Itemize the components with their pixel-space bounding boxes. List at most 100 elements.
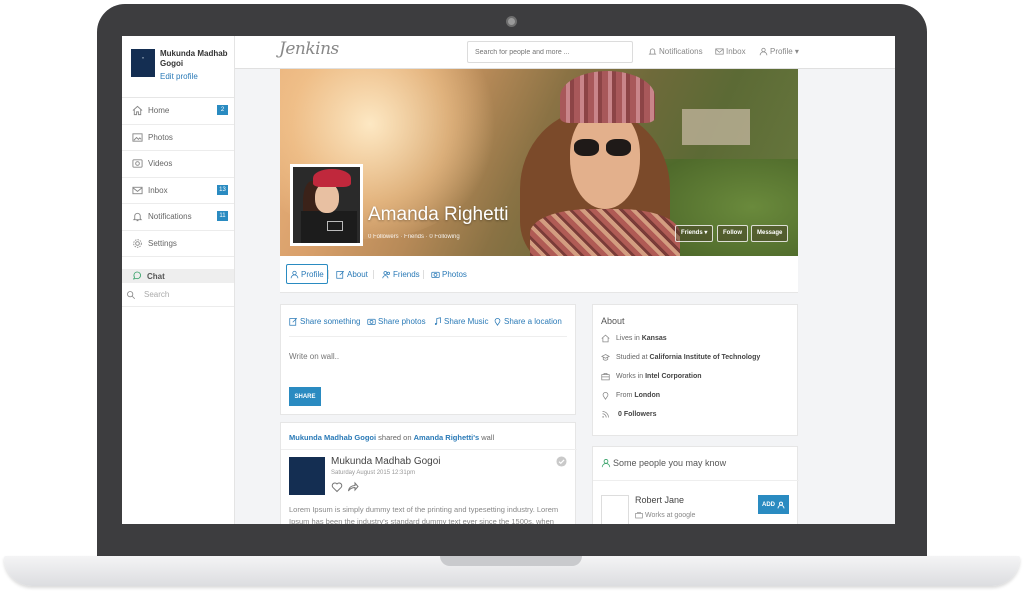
share-location-tab[interactable]: Share a location (493, 317, 562, 326)
people-title-label: Some people you may know (613, 458, 727, 468)
about-value: 0 Followers (618, 411, 657, 418)
laptop-notch (440, 556, 582, 566)
post-actor-link[interactable]: Mukunda Madhab Gogoi (289, 433, 376, 442)
avatar[interactable] (601, 495, 629, 524)
heart-icon[interactable] (331, 481, 343, 493)
message-button[interactable]: Message (751, 225, 789, 242)
user-box: " Mukunda Madhab Gogoi Edit profile (122, 36, 234, 98)
sidebar-item-label: Photos (148, 132, 173, 142)
sidebar-item-label: Notifications (148, 212, 192, 222)
people-you-may-know-panel: Some people you may know Robert Jane Wor… (592, 446, 799, 524)
home-icon (132, 106, 143, 116)
profile-menu[interactable]: Profile ▾ (759, 47, 799, 56)
post-verb: shared on (376, 433, 414, 442)
topbar: Jenkins Notifications Inbox Profile ▾ (235, 36, 895, 69)
cover-person-scarf (530, 209, 680, 256)
cover-building (682, 109, 750, 145)
post-author[interactable]: Mukunda Madhab Gogoi (331, 456, 441, 467)
tab-friends[interactable]: Friends (379, 264, 423, 284)
add-label: ADD (762, 501, 775, 508)
post-timestamp: Saturday August 2015 12:31pm (331, 470, 416, 476)
search-input[interactable] (467, 41, 633, 63)
share-icon[interactable] (347, 481, 359, 493)
share-button[interactable]: SHARE (289, 387, 321, 406)
post-body: Lorem Ipsum is simply dummy text of the … (289, 505, 559, 524)
user-icon (759, 47, 768, 56)
people-title: Some people you may know (601, 458, 726, 468)
about-value: California Institute of Technology (649, 354, 761, 361)
about-value: Intel Corporation (645, 373, 702, 380)
share-panel: Share something Share photos Share Music… (280, 304, 576, 415)
friends-button[interactable]: Friends ▾ (675, 225, 714, 242)
chat-header[interactable]: Chat (122, 269, 234, 283)
graduation-icon (601, 354, 610, 361)
wall-post-input[interactable] (289, 345, 559, 367)
sidebar-item-label: Videos (148, 159, 173, 169)
bell-icon (132, 213, 143, 222)
add-friend-button[interactable]: ADD (758, 495, 789, 514)
share-photos-tab[interactable]: Share photos (367, 317, 426, 326)
music-icon (434, 317, 441, 325)
chat-icon (132, 271, 141, 280)
tab-label: About (347, 269, 368, 279)
check-circle-icon[interactable] (556, 456, 567, 467)
profile-menu-label: Profile ▾ (770, 47, 799, 56)
share-music-tab[interactable]: Share Music (433, 317, 488, 326)
profile-name: Amanda Righetti (368, 204, 509, 225)
cover-person-hat (560, 71, 655, 123)
cover-person-face (570, 109, 640, 209)
screen: " Mukunda Madhab Gogoi Edit profile Home… (122, 36, 895, 524)
inbox-label: Inbox (726, 47, 746, 56)
tab-about[interactable]: About (333, 264, 371, 284)
avatar[interactable] (289, 457, 325, 495)
about-title: About (601, 316, 625, 326)
image-icon (132, 133, 143, 142)
suggestion-name[interactable]: Robert Jane (635, 495, 684, 505)
edit-profile-link[interactable]: Edit profile (160, 72, 198, 81)
inbox-link[interactable]: Inbox (715, 47, 746, 56)
inbox-icon (132, 186, 143, 194)
post-suffix: wall (479, 433, 495, 442)
count-badge: 2 (217, 105, 228, 115)
count-badge: 13 (217, 184, 228, 195)
profile-stats: 0 Followers · Friends · 0 Following (368, 234, 460, 240)
share-tab-label: Share something (300, 317, 361, 326)
about-value: London (634, 392, 660, 399)
sidebar-item-label: Home (148, 106, 170, 116)
briefcase-icon (635, 512, 643, 519)
follow-button[interactable]: Follow (717, 225, 748, 242)
chat-search[interactable]: Search (122, 283, 234, 307)
tab-label: Friends (393, 269, 420, 279)
wall-post: Mukunda Madhab Gogoi shared on Amanda Ri… (280, 422, 577, 524)
camera-icon (431, 271, 440, 278)
logo[interactable]: Jenkins (279, 39, 339, 59)
rss-icon (602, 411, 609, 418)
sidebar: " Mukunda Madhab Gogoi Edit profile Home… (122, 36, 235, 524)
user-name[interactable]: Mukunda Madhab Gogoi (160, 49, 234, 69)
about-prefix: Lives in (616, 335, 640, 342)
sidebar-item-notifications[interactable]: Notifications 11 (122, 204, 234, 231)
sidebar-item-photos[interactable]: Photos (122, 125, 234, 151)
chat-search-placeholder: Search (144, 290, 170, 299)
map-pin-icon (494, 318, 501, 326)
share-tab-label: Share Music (444, 317, 489, 326)
sidebar-item-inbox[interactable]: Inbox 13 (122, 178, 234, 204)
about-prefix: From (616, 392, 633, 399)
friends-icon (382, 270, 390, 278)
sidebar-item-home[interactable]: Home 2 (122, 98, 234, 125)
sidebar-item-settings[interactable]: Settings (122, 231, 234, 257)
inbox-icon (715, 48, 724, 55)
sidebar-item-videos[interactable]: Videos (122, 151, 234, 178)
notifications-label: Notifications (659, 47, 703, 56)
share-tab-label: Share a location (504, 317, 562, 326)
tab-profile[interactable]: Profile (286, 264, 328, 284)
profile-photo[interactable] (290, 164, 363, 246)
about-value: Kansas (641, 335, 667, 342)
tab-photos[interactable]: Photos (428, 264, 470, 284)
camera-icon (367, 318, 376, 325)
notifications-link[interactable]: Notifications (648, 47, 703, 56)
share-something-tab[interactable]: Share something (289, 317, 360, 326)
avatar[interactable]: " (131, 49, 155, 77)
about-works-in: Works in Intel Corporation (601, 372, 702, 381)
post-target-link[interactable]: Amanda Righetti's (414, 433, 480, 442)
